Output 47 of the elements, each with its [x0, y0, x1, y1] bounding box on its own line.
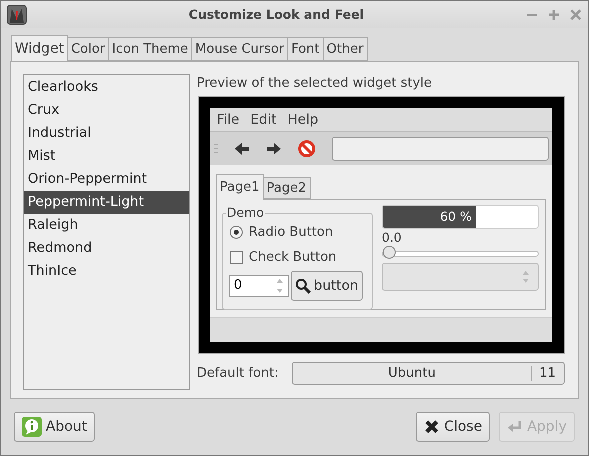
menu-item[interactable]: File: [217, 112, 240, 128]
theme-item[interactable]: Industrial: [24, 122, 189, 145]
theme-item[interactable]: ThinIce: [24, 260, 189, 283]
search-icon: [295, 278, 311, 294]
font-button[interactable]: Ubuntu 11: [292, 362, 565, 385]
window-title: Customize Look and Feel: [188, 7, 366, 22]
search-button[interactable]: button: [291, 270, 363, 300]
tab[interactable]: Icon Theme: [109, 37, 192, 61]
theme-item[interactable]: Mist: [24, 145, 189, 168]
tab[interactable]: Mouse Cursor: [192, 37, 288, 61]
theme-item[interactable]: Clearlooks: [24, 76, 189, 99]
slider-thumb[interactable]: [383, 246, 396, 259]
tab[interactable]: Font: [288, 37, 324, 61]
stop-icon[interactable]: [298, 140, 316, 158]
theme-item[interactable]: Peppermint-Light: [24, 191, 189, 214]
forward-arrow-icon[interactable]: [266, 142, 282, 156]
tab[interactable]: Page1: [216, 174, 264, 200]
theme-item[interactable]: Redmond: [24, 237, 189, 260]
spin-field[interactable]: 0: [229, 274, 289, 296]
tab[interactable]: Page2: [264, 177, 310, 199]
progress-text: 60 %: [439, 208, 473, 226]
radio-button[interactable]: [230, 226, 243, 239]
checkbox[interactable]: [230, 251, 243, 264]
preview-heading: Preview of the selected widget style: [197, 75, 434, 93]
theme-item[interactable]: Orion-Peppermint: [24, 168, 189, 191]
theme-item[interactable]: Raleigh: [24, 214, 189, 237]
spin-arrows-icon: [522, 269, 530, 285]
text-entry[interactable]: [332, 136, 549, 160]
close-button[interactable]: Close: [416, 412, 490, 442]
font-label: Default font:: [197, 366, 279, 381]
theme-item[interactable]: Crux: [24, 99, 189, 122]
slider-reading: 0.0: [382, 230, 403, 246]
info-icon: [22, 417, 42, 437]
checkbox-label: Check Button: [249, 250, 337, 265]
tab[interactable]: Widget: [11, 35, 68, 61]
menu-item[interactable]: Help: [288, 112, 319, 128]
tab[interactable]: Other: [324, 37, 368, 61]
about-button[interactable]: About: [14, 412, 96, 442]
close-icon: [424, 419, 440, 435]
maximize-icon[interactable]: [548, 8, 560, 20]
close-icon[interactable]: [570, 8, 582, 20]
radio-label: Radio Button: [249, 225, 334, 240]
jacket-icon: [7, 4, 27, 24]
return-arrow-icon: [507, 419, 524, 435]
back-arrow-icon[interactable]: [234, 142, 250, 156]
menu-item[interactable]: Edit: [250, 112, 277, 128]
tab[interactable]: Color: [68, 37, 110, 61]
